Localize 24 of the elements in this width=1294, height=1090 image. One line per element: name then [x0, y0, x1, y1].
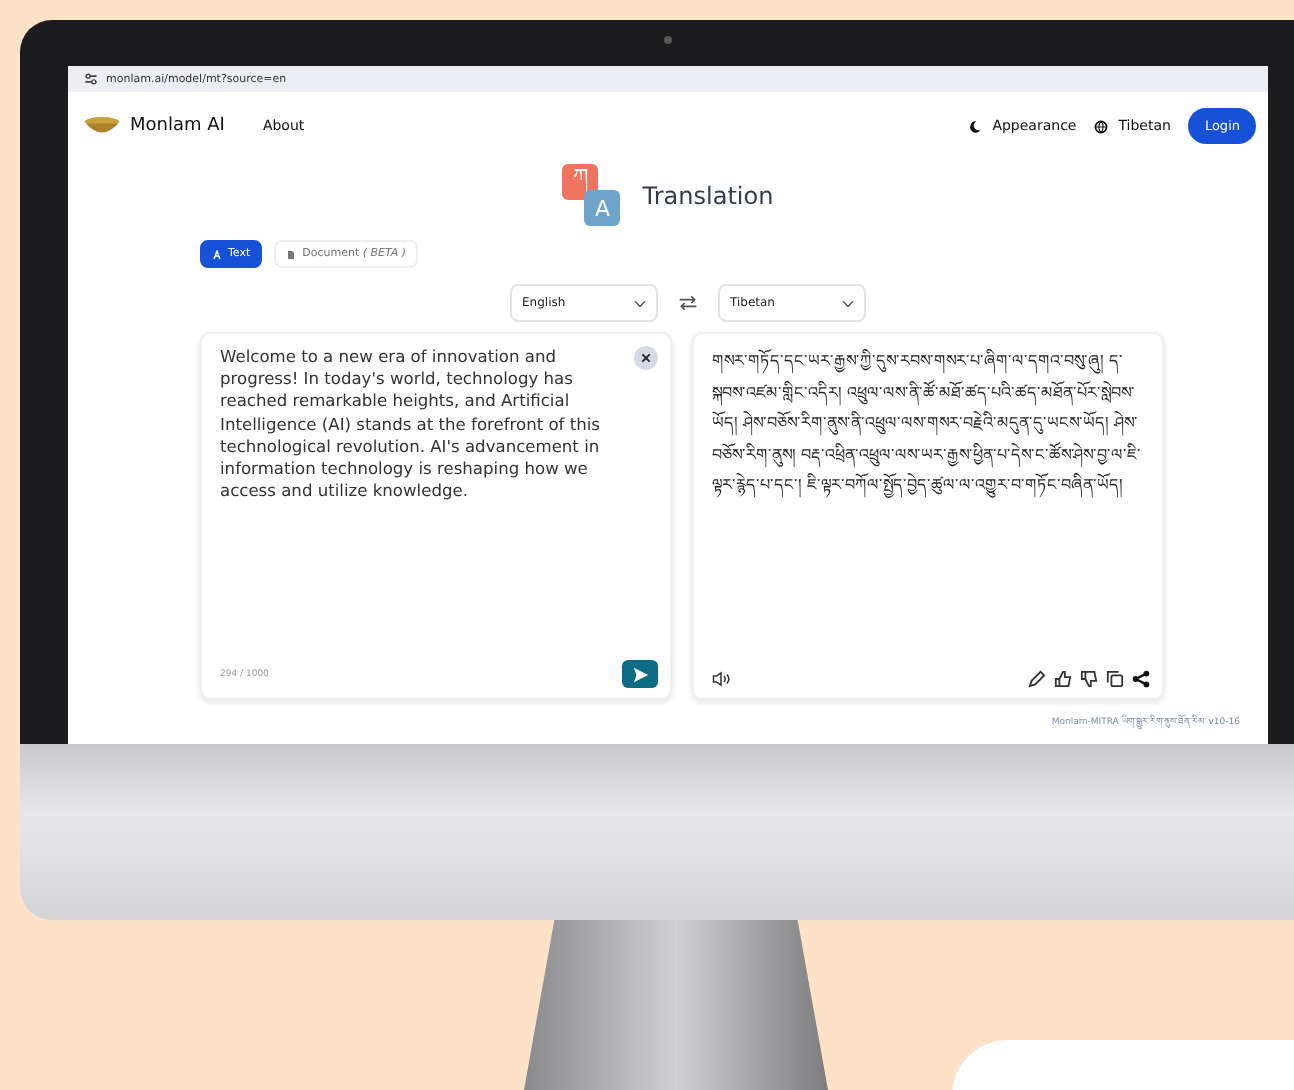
document-icon — [286, 249, 297, 259]
site-settings-icon[interactable] — [84, 72, 98, 86]
moon-icon[interactable] — [968, 119, 983, 133]
brand-name: Monlam AI — [130, 116, 225, 136]
camera-dot — [664, 36, 672, 44]
globe-icon[interactable] — [1094, 119, 1109, 133]
send-icon — [631, 665, 649, 683]
bowl-logo-icon — [84, 115, 120, 137]
swap-icon[interactable] — [678, 294, 698, 312]
speaker-icon[interactable] — [712, 670, 730, 688]
thumbs-down-icon[interactable] — [1080, 670, 1098, 688]
pencil-icon[interactable] — [1028, 670, 1046, 688]
close-button[interactable] — [634, 346, 658, 370]
chevron-down-icon — [634, 299, 646, 307]
letter-icon — [212, 249, 222, 259]
send-button[interactable] — [622, 660, 658, 688]
source-text[interactable]: Welcome to a new era of innovation and progress! In today's world, technology has reached remarkable heights, and Artificial Intelligence (AI) stands at the forefront of this technological revolution. AI's advancement in information technology is reshaping how we access and utilize knowledge. — [220, 346, 626, 503]
thumbs-up-icon[interactable] — [1054, 670, 1072, 688]
translated-text: གསར་གཏོད་དང་ཡར་རྒྱས་ཀྱི་དུས་རབས་གསར་པ་ཞིག་ལ་དགའ་བསུ་ཞུ། ད་སྐབས་འཛམ་གླིང་འདིར། འཕྲུལ་ལས་ནི་ཚོ་མཐོ་ཚད་པའི་ཚད་མཐོན་པོར་སླེབས་ཡོད། ཤེས་བཅོས་རིག་ནུས་ནི་འཕྲུལ་ལས་གསར་བརྗེའི་མདུན་དུ་ཡངས་ཡོད། ཤེས་བཅོས་རིག་ནུས། བརྡ་འཕྲིན་འཕྲུལ་ལས་ཡར་རྒྱས་ཕྱིན་པ་དེས་ང་ཚོས་ཤེས་བྱ་ལ་ཇི་ལྟར་རྙེད་པ་དང་། ཇི་ལྟར་བཀོལ་སྤྱོད་བྱེད་ཚུལ་ལ་འགྱུར་བ་གཏོང་བཞིན་ཡོད། — [712, 347, 1144, 501]
share-icon[interactable] — [1132, 670, 1150, 688]
chevron-down-icon — [842, 299, 854, 307]
close-icon — [640, 352, 652, 364]
page-title: Translation — [642, 182, 774, 210]
copy-icon[interactable] — [1106, 670, 1124, 688]
